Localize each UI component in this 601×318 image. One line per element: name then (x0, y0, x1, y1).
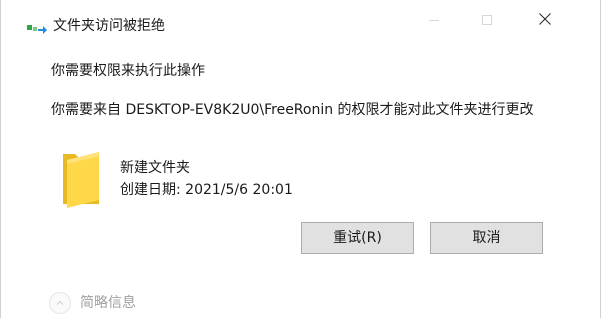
maximize-button[interactable] (464, 0, 510, 40)
maximize-icon (481, 11, 493, 30)
retry-button[interactable]: 重试(R) (301, 222, 414, 254)
title-bar[interactable]: 文件夹访问被拒绝 (1, 0, 600, 40)
permission-heading: 你需要权限来执行此操作 (51, 63, 205, 79)
folder-access-icon (27, 21, 47, 34)
details-label: 简略信息 (80, 295, 136, 311)
dialog-window: 文件夹访问被拒绝 你需要权限来执行此操作 你需要来自 DESKTOP-EV8K2… (0, 0, 601, 318)
close-icon (538, 11, 552, 30)
window-title: 文件夹访问被拒绝 (53, 18, 165, 34)
created-label: 创建日期: (120, 182, 181, 198)
cancel-button[interactable]: 取消 (430, 222, 543, 254)
minimize-icon (428, 11, 440, 30)
folder-created-date: 创建日期: 2021/5/6 20:01 (120, 180, 293, 200)
chevron-up-icon (49, 292, 71, 314)
close-button[interactable] (522, 0, 568, 40)
details-toggle[interactable]: 简略信息 (49, 290, 136, 316)
folder-name: 新建文件夹 (120, 160, 190, 176)
created-value: 2021/5/6 20:01 (185, 182, 293, 198)
folder-icon (61, 148, 101, 208)
permission-message: 你需要来自 DESKTOP-EV8K2U0\FreeRonin 的权限才能对此文… (51, 102, 534, 118)
minimize-button[interactable] (411, 0, 457, 40)
